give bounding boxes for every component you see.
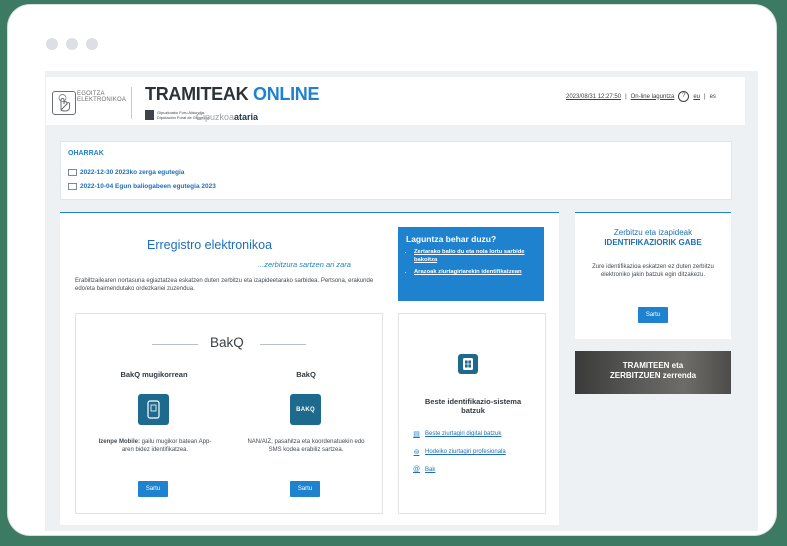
top-links: 2023/08/31 12:27:50 | On-line laguntza ?… [566,91,716,102]
fingerprint-icon: ⊚ [413,449,420,456]
note-item[interactable]: 2022-10-04 Egun baliogabeen egutegia 202… [68,183,216,190]
help-link-access[interactable]: Zertarako balio du eta nola lortu sarbid… [414,249,544,264]
izenpe-mobile-label: Izenpe Mobile: [98,439,140,445]
other-link-label: Hodeiko ziurtagiri profesionala [425,449,506,455]
other-link-label: Beste ziurtagiri digital batzuk [425,431,502,437]
other-systems-box: Beste identifikazio-sistema batzuk ▤ Bes… [398,313,546,514]
window-dot-icon[interactable] [86,38,98,50]
egoitza-logo-text: EGOITZA ELEKTRONIKOA [77,91,126,103]
other-link-label: Bak [425,466,436,473]
window-dot-icon[interactable] [46,38,58,50]
gipuzkoa-light: Gipuzkoa [196,112,235,122]
calendar-icon [68,183,77,190]
no-identification-description: Zure identifikazioa eskatzen ez duten ze… [592,264,714,278]
notes-title: OHARRAK [68,150,104,157]
gipuzkoataria-logo[interactable]: Gipuzkoaataria [196,112,258,122]
banner-line-2: ZERBITZUEN zerrenda [609,371,697,380]
lang-eu-link[interactable]: eu [693,94,700,100]
logo-line-2: ELEKTRONIKOA [77,97,127,103]
phone-icon [138,394,169,425]
bakq-mobile-sartu-button[interactable]: Sartu [138,481,168,497]
bakq-description: NAN/AIZ, pasahitza eta koordenatuekin ed… [247,439,365,453]
bakq-title: BakQ [210,335,244,350]
dfg-shield-icon [145,110,154,120]
no-identification-title: Zerbitzu eta izapideak IDENTIFIKAZIORIK … [583,228,723,248]
note-label: 2022-12-30 2023ko zerga egutegia [80,169,185,176]
phone-glyph [147,400,160,419]
bakq-title-col: BakQ [296,370,316,379]
help-links: Zertarako balio du eta nola lortu sarbid… [406,249,544,282]
site-brand[interactable]: TRAMITEAK ONLINE [145,84,320,105]
note-item[interactable]: 2022-12-30 2023ko zerga egutegia [68,169,184,176]
no-identification-sartu-button[interactable]: Sartu [638,307,668,323]
separator: | [704,93,706,100]
help-icon[interactable]: ? [678,91,690,102]
bakq-divider [152,344,198,345]
bakq-mobile-title: BakQ mugikorrean [120,370,188,379]
bakq-divider [260,344,306,345]
header-divider [131,87,132,119]
hand-touch-icon[interactable] [52,91,76,115]
browser-window: EGOITZA ELEKTRONIKOA TRAMITEAK ONLINE Gi… [8,5,776,535]
sim-card-icon [458,354,478,374]
banner-text: TRAMITEEN eta ZERBITZUEN zerrenda [575,361,731,381]
bakq-box: BakQ BakQ mugikorrean Izenpe Mobile: gai… [75,313,383,514]
hand-touch-glyph [58,94,71,112]
brand-accent: ONLINE [253,84,320,104]
page-content: EGOITZA ELEKTRONIKOA TRAMITEAK ONLINE Gi… [45,71,758,531]
brand-main: TRAMITEAK [145,84,249,104]
separator: | [625,93,627,100]
lang-es-link[interactable]: es [710,94,716,100]
card-icon: ▤ [413,431,420,438]
ataria-bold: ataria [234,112,259,122]
help-box: Laguntza behar duzu? Zertarako balio du … [398,227,544,301]
datetime: 2023/08/31 12:27:50 [566,93,622,100]
window-controls [46,38,98,50]
registry-subtitle: ...zerbitzura sartzen ari zara [258,260,351,269]
electronic-registry-panel: Erregistro elektronikoa ...zerbitzura sa… [60,212,559,525]
notes-panel: OHARRAK 2022-12-30 2023ko zerga egutegia… [60,141,732,200]
registry-title: Erregistro elektronikoa [147,238,273,252]
sim-card-glyph [463,358,473,370]
help-box-title: Laguntza behar duzu? [406,234,497,244]
other-certificates-link[interactable]: ▤ Beste ziurtagiri digital batzuk [413,430,501,438]
site-header: EGOITZA ELEKTRONIKOA TRAMITEAK ONLINE Gi… [46,77,745,125]
registry-description: Erabiltzailearen nortasuna egiaztatzea e… [75,278,374,292]
online-help-link[interactable]: On-line laguntza [631,94,675,100]
no-identification-panel: Zerbitzu eta izapideak IDENTIFIKAZIORIK … [575,212,731,339]
banner-line-1: TRAMITEEN eta [622,361,684,370]
at-icon: @ [413,466,421,473]
other-systems-title: Beste identifikazio-sistema batzuk [424,397,522,415]
bakq-mobile-description: Izenpe Mobile: gailu mugikor batean App-… [96,438,214,454]
calendar-icon [68,169,77,176]
bakq-sartu-button[interactable]: Sartu [290,481,320,497]
services-list-banner[interactable]: TRAMITEEN eta ZERBITZUEN zerrenda [575,351,731,394]
window-dot-icon[interactable] [66,38,78,50]
note-label: 2022-10-04 Egun baliogabeen egutegia 202… [80,183,216,190]
bak-link[interactable]: @ Bak [413,466,435,473]
help-link-certificate-issues[interactable]: Arazoak ziurtagiriarekin identifikatzean [414,269,544,277]
no-id-title-line2: IDENTIFIKAZIORIK GABE [604,238,702,247]
bakq-logo-icon: BAKQ [290,394,321,425]
cloud-certificate-link[interactable]: ⊚ Hodeiko ziurtagiri profesionala [413,448,506,456]
bakq-logo-text: BAKQ [296,406,315,413]
no-id-title-line1: Zerbitzu eta izapideak [613,228,693,237]
